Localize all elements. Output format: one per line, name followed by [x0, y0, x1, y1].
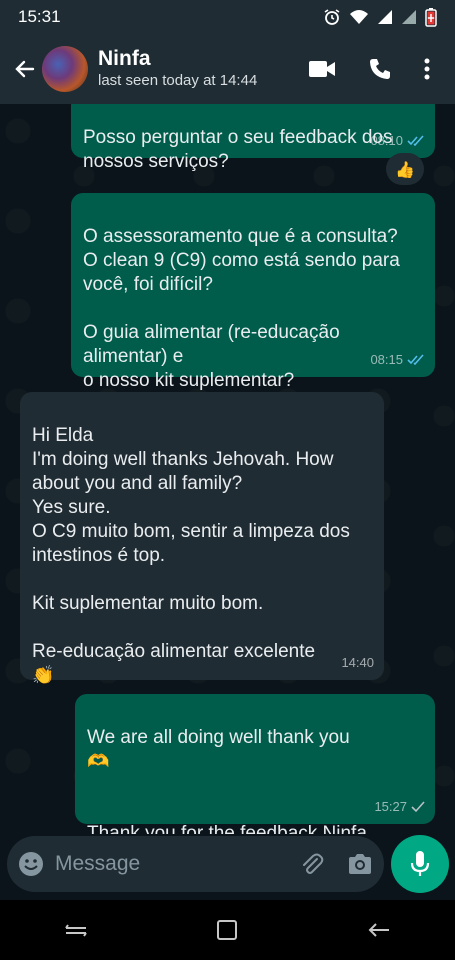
- alarm-icon: [324, 9, 340, 25]
- status-icons: [323, 7, 437, 27]
- contact-avatar[interactable]: [42, 46, 88, 92]
- recent-apps-button[interactable]: [46, 905, 106, 955]
- double-check-icon: [407, 354, 424, 366]
- message-text: We are all doing well thank you: [87, 727, 350, 748]
- signal-2-icon: [402, 10, 416, 24]
- contact-name: Ninfa: [98, 47, 151, 70]
- message-meta: 08:15: [370, 348, 425, 372]
- nav-back-button[interactable]: [349, 905, 409, 955]
- signal-icon: [378, 10, 392, 24]
- contact-last-seen: last seen today at 14:44: [98, 72, 258, 89]
- contact-info[interactable]: Ninfa last seen today at 14:44: [98, 47, 293, 91]
- message-text: O assessoramento que é a consulta? O cle…: [83, 226, 400, 391]
- phone-icon: [370, 59, 390, 79]
- message-meta: 08:10: [370, 129, 425, 153]
- system-nav-bar: [0, 900, 455, 960]
- home-button[interactable]: [197, 905, 257, 955]
- clapping-hands-emoji: 👏: [32, 665, 55, 686]
- message-meta: 15:27: [374, 795, 425, 819]
- single-check-icon: [411, 801, 425, 813]
- message-incoming[interactable]: Hi Elda I'm doing well thanks Jehovah. H…: [20, 392, 384, 686]
- voice-message-button[interactable]: [391, 835, 449, 893]
- status-bar: 15:31: [0, 0, 455, 34]
- message-outgoing[interactable]: Posso perguntar o seu feedback dos nosso…: [71, 104, 435, 172]
- back-button[interactable]: [8, 57, 42, 81]
- double-check-icon: [407, 135, 424, 147]
- message-time: 15:27: [374, 799, 407, 814]
- message-meta: 14:40: [341, 651, 374, 675]
- wifi-icon: [350, 10, 368, 24]
- message-time: 08:10: [370, 133, 403, 148]
- emoji-button[interactable]: [7, 840, 55, 888]
- message-time: 14:40: [341, 655, 374, 670]
- attach-button[interactable]: [288, 840, 336, 888]
- message-text: Hi Elda I'm doing well thanks Jehovah. H…: [32, 425, 350, 662]
- heart-hands-emoji: 🫶: [87, 751, 110, 772]
- message-outgoing[interactable]: O assessoramento que é a consulta? O cle…: [71, 193, 435, 391]
- voice-call-button[interactable]: [351, 45, 409, 93]
- battery-icon: [425, 8, 437, 27]
- home-square-icon: [217, 920, 238, 940]
- back-arrow-icon: [368, 923, 390, 937]
- recent-apps-icon: [64, 924, 87, 937]
- message-composer: Message: [0, 834, 455, 900]
- message-text-2: Thank you for the feedback Ninfa: [87, 823, 367, 834]
- microphone-icon: [410, 851, 430, 876]
- more-options-button[interactable]: [409, 45, 445, 93]
- paperclip-icon: [303, 853, 324, 874]
- chat-header: Ninfa last seen today at 14:44: [0, 34, 455, 104]
- video-call-button[interactable]: [293, 45, 351, 93]
- message-input[interactable]: Message: [55, 852, 288, 876]
- message-outgoing[interactable]: We are all doing well thank you 🫶 Thank …: [75, 694, 435, 834]
- message-input-container[interactable]: Message: [7, 836, 384, 892]
- more-vertical-icon: [424, 58, 430, 80]
- status-time: 15:31: [18, 7, 61, 26]
- chat-area[interactable]: Posso perguntar o seu feedback dos nosso…: [0, 104, 455, 834]
- message-text: Posso perguntar o seu feedback dos nosso…: [83, 127, 393, 172]
- camera-icon: [349, 854, 371, 874]
- smiley-icon: [19, 852, 43, 876]
- arrow-left-icon: [15, 60, 35, 78]
- message-time: 08:15: [370, 352, 403, 367]
- camera-button[interactable]: [336, 840, 384, 888]
- video-camera-icon: [309, 61, 335, 77]
- reaction-badge[interactable]: 👍: [386, 153, 424, 185]
